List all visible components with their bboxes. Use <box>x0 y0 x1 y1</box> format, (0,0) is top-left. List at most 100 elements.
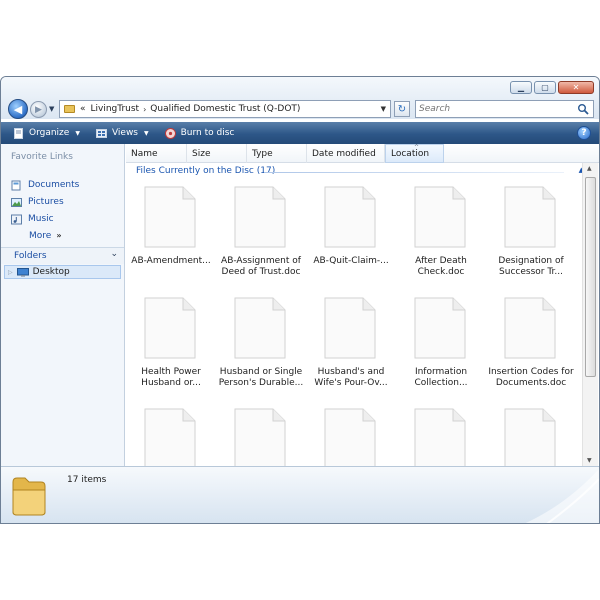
more-links-button[interactable]: More » <box>29 231 61 241</box>
folder-icon <box>64 105 75 113</box>
document-icon <box>324 297 376 359</box>
sidebar-item-pictures[interactable]: Pictures <box>11 195 64 209</box>
file-name: Health Power Husband or... <box>141 367 201 388</box>
document-icon <box>414 408 466 466</box>
document-icon <box>234 408 286 466</box>
document-icon <box>324 186 376 248</box>
favorite-links-heading: Favorite Links <box>11 152 73 162</box>
search-box[interactable] <box>415 100 594 118</box>
document-icon <box>504 408 556 466</box>
folder-icon <box>12 477 46 516</box>
document-icon <box>144 186 196 248</box>
sidebar-item-music[interactable]: Music <box>11 212 54 226</box>
sidebar-item-documents[interactable]: Documents <box>11 178 79 192</box>
document-icon <box>234 186 286 248</box>
chevron-down-icon: ▼ <box>75 129 80 137</box>
help-icon[interactable]: ? <box>577 126 591 140</box>
file-name: AB-Quit-Claim-... <box>313 256 389 266</box>
column-location[interactable]: ^ Location <box>385 144 444 163</box>
search-input[interactable] <box>419 103 569 115</box>
maximize-button[interactable]: ▢ <box>534 81 556 94</box>
file-list-view: Name Size Type Date modified ^ Location … <box>126 144 599 466</box>
column-location-label: Location <box>391 148 430 159</box>
column-type[interactable]: Type <box>247 144 307 163</box>
breadcrumb-qdot[interactable]: Qualified Domestic Trust (Q-DOT) <box>150 104 300 114</box>
sidebar-item-label: Music <box>28 214 54 224</box>
file-name: AB-Assignment of Deed of Trust.doc <box>221 256 301 277</box>
document-icon <box>144 297 196 359</box>
navigation-pane: Favorite Links Documents Pictures Music … <box>1 144 125 466</box>
refresh-icon: ↻ <box>397 103 407 115</box>
scrollbar-thumb[interactable] <box>585 177 596 377</box>
decorative-swoosh <box>525 469 599 523</box>
burn-to-disc-button[interactable]: Burn to disc <box>159 124 241 142</box>
breadcrumb-separator[interactable]: › <box>143 105 146 114</box>
desktop-icon <box>16 267 29 277</box>
organize-label: Organize <box>29 128 70 138</box>
file-name: AB-Amendment... <box>131 256 211 266</box>
document-icon <box>414 297 466 359</box>
pictures-icon <box>11 197 22 207</box>
burn-disc-icon <box>164 127 176 139</box>
caption-buttons: ▁ ▢ ✕ <box>508 81 594 94</box>
column-size[interactable]: Size <box>187 144 247 163</box>
organize-button[interactable]: Organize ▼ <box>7 124 86 142</box>
column-name[interactable]: Name <box>126 144 187 163</box>
file-name: Husband or Single Person's Durable... <box>218 367 304 388</box>
file-name: Designation of Successor Tr... <box>498 256 564 277</box>
chevron-down-icon: ⌄ <box>110 249 118 259</box>
address-dropdown-arrow[interactable]: ▼ <box>381 105 386 113</box>
folders-toggle[interactable]: Folders ⌄ <box>1 247 124 264</box>
document-icon <box>504 186 556 248</box>
title-bar: ▁ ▢ ✕ ◀ ▶ ▼ « LivingTrust › Qualified Do… <box>1 77 599 119</box>
details-pane: 17 items <box>1 466 599 523</box>
address-bar[interactable]: « LivingTrust › Qualified Domestic Trust… <box>59 100 391 118</box>
views-icon <box>95 128 107 138</box>
more-label: More <box>29 231 52 241</box>
breadcrumb-livingtrust[interactable]: LivingTrust <box>91 104 140 114</box>
explorer-window: ▁ ▢ ✕ ◀ ▶ ▼ « LivingTrust › Qualified Do… <box>0 76 600 524</box>
command-bar: Organize ▼ Views ▼ Burn to disc ? <box>1 122 599 144</box>
recent-pages-dropdown[interactable]: ▼ <box>49 105 54 113</box>
address-prefix[interactable]: « <box>80 104 86 114</box>
expand-arrow-icon[interactable]: ▷ <box>8 269 13 276</box>
chevron-down-icon: ▼ <box>144 129 149 137</box>
document-icon <box>324 408 376 466</box>
documents-icon <box>11 180 21 190</box>
search-icon[interactable] <box>577 103 589 115</box>
scroll-down-icon[interactable]: ▼ <box>587 457 592 464</box>
group-divider <box>264 172 564 173</box>
burn-to-disc-label: Burn to disc <box>180 128 235 138</box>
vertical-scrollbar[interactable]: ▲ ▼ <box>582 163 598 466</box>
tree-item-label: Desktop <box>32 267 70 277</box>
sort-caret-icon: ^ <box>414 144 420 151</box>
music-icon <box>11 214 22 224</box>
close-button[interactable]: ✕ <box>558 81 594 94</box>
column-headers: Name Size Type Date modified ^ Location <box>126 144 599 163</box>
file-name: After Death Check.doc <box>415 256 467 277</box>
refresh-button[interactable]: ↻ <box>394 101 410 117</box>
back-button[interactable]: ◀ <box>8 99 28 119</box>
sidebar-item-label: Documents <box>28 180 80 190</box>
forward-arrow-icon: ▶ <box>35 104 42 115</box>
document-icon <box>414 186 466 248</box>
forward-button[interactable]: ▶ <box>30 101 47 118</box>
item-count: 17 items <box>67 475 107 485</box>
organize-icon <box>14 127 23 139</box>
document-icon <box>144 408 196 466</box>
double-chevron-icon: » <box>56 231 62 240</box>
views-button[interactable]: Views ▼ <box>90 124 155 142</box>
column-date-modified[interactable]: Date modified <box>307 144 385 163</box>
group-header[interactable]: Files Currently on the Disc (17) ▲ <box>136 166 586 180</box>
group-header-label: Files Currently on the Disc (17) <box>136 166 276 176</box>
tree-item-desktop[interactable]: ▷ Desktop <box>4 265 121 279</box>
folders-label: Folders <box>14 251 47 261</box>
file-name: Husband's and Wife's Pour-Ov... <box>314 367 388 388</box>
scroll-up-icon[interactable]: ▲ <box>587 165 592 172</box>
back-arrow-icon: ◀ <box>13 102 23 116</box>
minimize-button[interactable]: ▁ <box>510 81 532 94</box>
document-icon <box>504 297 556 359</box>
document-icon <box>234 297 286 359</box>
file-name: Insertion Codes for Documents.doc <box>488 367 574 388</box>
sidebar-item-label: Pictures <box>28 197 64 207</box>
